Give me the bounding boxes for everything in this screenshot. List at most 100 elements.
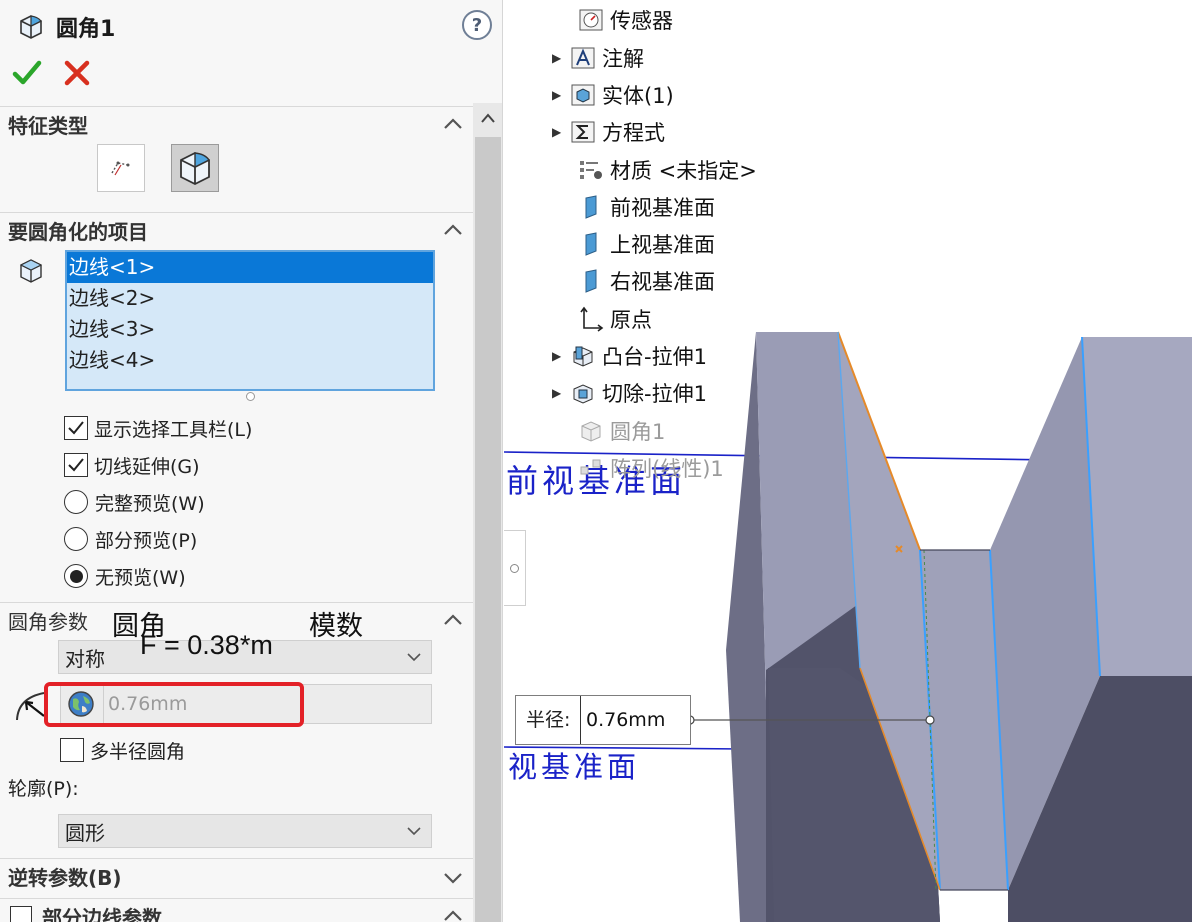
chevron-up-icon[interactable] bbox=[441, 219, 465, 243]
sensor-folder-icon bbox=[579, 9, 603, 31]
list-item[interactable]: 边线<1> bbox=[67, 252, 433, 283]
tree-item-top-plane[interactable]: 上视基准面 bbox=[560, 229, 715, 259]
checkbox-label: 显示选择工具栏(L) bbox=[94, 418, 253, 441]
scroll-thumb[interactable] bbox=[475, 137, 501, 922]
radio-selected[interactable] bbox=[64, 564, 88, 588]
section-title: 特征类型 bbox=[8, 114, 88, 138]
expand-arrow-icon[interactable]: ▶ bbox=[552, 349, 570, 363]
radio-label: 无预览(W) bbox=[95, 566, 186, 589]
chevron-up-icon[interactable] bbox=[441, 609, 465, 633]
callout-radius-input[interactable]: 0.76mm bbox=[580, 696, 690, 744]
section-title: 要圆角化的项目 bbox=[8, 220, 148, 244]
dropdown-value: 圆形 bbox=[65, 820, 105, 845]
chevron-down-icon bbox=[407, 827, 421, 836]
edge-selection-list[interactable]: 边线<1> 边线<2> 边线<3> 边线<4> bbox=[65, 250, 435, 391]
tree-item-linear-pattern[interactable]: 阵列(线性)1 bbox=[560, 453, 724, 483]
annotation-formula: F = 0.38*m bbox=[140, 630, 273, 660]
section-title: 部分边线参数 bbox=[42, 906, 162, 922]
section-items-to-fillet[interactable]: 要圆角化的项目 bbox=[0, 212, 473, 248]
expand-arrow-icon[interactable]: ▶ bbox=[552, 88, 570, 102]
tree-item-label: 右视基准面 bbox=[610, 270, 715, 294]
tree-item-label: 前视基准面 bbox=[610, 196, 715, 220]
edge-selection-icon bbox=[19, 259, 43, 283]
list-item[interactable]: 边线<3> bbox=[67, 314, 433, 345]
tree-item-solid-bodies[interactable]: ▶ 实体(1) bbox=[552, 80, 674, 110]
panel-scrollbar[interactable] bbox=[473, 103, 502, 922]
tree-item-origin[interactable]: 原点 bbox=[560, 304, 652, 334]
solid-body-folder-icon bbox=[571, 84, 595, 106]
tree-item-label: 切除-拉伸1 bbox=[602, 382, 707, 406]
list-item[interactable]: 边线<4> bbox=[67, 345, 433, 376]
profile-label: 轮廓(P): bbox=[8, 778, 79, 800]
tree-item-label: 阵列(线性)1 bbox=[610, 457, 724, 481]
chevron-up-icon[interactable] bbox=[441, 113, 465, 137]
panel-collapse-tab[interactable] bbox=[504, 530, 526, 606]
tangent-propagation-checkbox[interactable]: 切线延伸(G) bbox=[64, 451, 200, 479]
fillet-icon bbox=[581, 421, 601, 442]
constant-fillet-icon bbox=[180, 151, 211, 186]
expand-arrow-icon[interactable]: ▶ bbox=[552, 125, 570, 139]
tree-item-boss-extrude[interactable]: ▶ 凸台-拉伸1 bbox=[552, 341, 707, 371]
tree-item-label: 注解 bbox=[602, 47, 644, 71]
section-partial-edge-params[interactable]: 部分边线参数 bbox=[0, 898, 473, 922]
constant-fillet-button[interactable] bbox=[171, 144, 219, 192]
tree-item-right-plane[interactable]: 右视基准面 bbox=[560, 266, 715, 296]
checkbox-checked[interactable] bbox=[64, 453, 88, 477]
tree-item-material[interactable]: 材质 <未指定> bbox=[560, 155, 757, 185]
help-button[interactable]: ? bbox=[462, 10, 492, 40]
variable-fillet-icon bbox=[111, 161, 130, 176]
property-manager: 圆角1 ? 特征类型 要圆角化的项目 边线<1> 边线<2> 边线<3> 边线<… bbox=[0, 0, 503, 922]
no-preview-radio[interactable]: 无预览(W) bbox=[64, 562, 186, 590]
list-resize-grip[interactable] bbox=[246, 392, 255, 401]
expand-arrow-icon[interactable]: ▶ bbox=[552, 51, 570, 65]
checkbox-unchecked[interactable] bbox=[10, 905, 32, 922]
multi-radius-checkbox[interactable]: 多半径圆角 bbox=[60, 736, 185, 764]
show-selection-toolbar-checkbox[interactable]: 显示选择工具栏(L) bbox=[64, 414, 252, 442]
tree-item-label: 材质 <未指定> bbox=[610, 159, 757, 183]
tree-item-label: 圆角1 bbox=[610, 420, 666, 444]
checkbox-unchecked[interactable] bbox=[60, 738, 84, 762]
section-feature-type[interactable]: 特征类型 bbox=[0, 106, 473, 142]
tree-item-annotations[interactable]: ▶ 注解 bbox=[552, 43, 644, 73]
chevron-up-icon bbox=[481, 113, 495, 123]
chevron-up-icon[interactable] bbox=[441, 905, 465, 922]
profile-dropdown[interactable]: 圆形 bbox=[58, 814, 432, 848]
radius-callout[interactable]: 半径: 0.76mm bbox=[515, 695, 691, 745]
plane-icon bbox=[585, 232, 597, 256]
section-reverse-params[interactable]: 逆转参数(B) bbox=[0, 858, 473, 894]
checkbox-label: 切线延伸(G) bbox=[94, 455, 200, 478]
linear-pattern-icon bbox=[580, 459, 601, 475]
plane-label-lower: 视基准面 bbox=[508, 750, 641, 784]
tree-item-sensors[interactable]: 传感器 bbox=[560, 5, 673, 35]
checkbox-checked[interactable] bbox=[64, 416, 88, 440]
page-title: 圆角1 bbox=[56, 17, 116, 42]
material-icon bbox=[580, 161, 602, 179]
list-item[interactable]: 边线<2> bbox=[67, 283, 433, 314]
dropdown-value: 对称 bbox=[65, 646, 105, 671]
callout-label: 半径: bbox=[526, 709, 571, 731]
tree-item-equations[interactable]: ▶ 方程式 bbox=[552, 117, 665, 147]
checkbox-label: 多半径圆角 bbox=[90, 740, 186, 763]
annotation-module: 模数 bbox=[309, 611, 363, 641]
scroll-up-button[interactable] bbox=[473, 103, 502, 135]
chevron-down-icon[interactable] bbox=[441, 865, 465, 889]
fillet-type-button[interactable] bbox=[97, 144, 145, 192]
tree-item-label: 原点 bbox=[610, 308, 652, 332]
expand-arrow-icon[interactable]: ▶ bbox=[552, 386, 570, 400]
radio-unselected[interactable] bbox=[64, 490, 88, 514]
highlight-box bbox=[44, 682, 304, 727]
panel-header: 圆角1 bbox=[18, 10, 115, 44]
tree-item-fillet[interactable]: 圆角1 bbox=[560, 416, 665, 446]
radio-unselected[interactable] bbox=[64, 527, 88, 551]
boss-extrude-icon bbox=[573, 346, 593, 367]
tree-item-label: 凸台-拉伸1 bbox=[602, 345, 707, 369]
tree-item-cut-extrude[interactable]: ▶ 切除-拉伸1 bbox=[552, 378, 707, 408]
ok-button[interactable] bbox=[12, 58, 42, 88]
partial-preview-radio[interactable]: 部分预览(P) bbox=[64, 525, 197, 553]
cancel-button[interactable] bbox=[62, 58, 92, 88]
full-preview-radio[interactable]: 完整预览(W) bbox=[64, 488, 205, 516]
graphics-area[interactable]: 前视基准面 视基准面 传感器 ▶ 注解 ▶ 实体(1) ▶ 方程式 材质 <未指… bbox=[504, 0, 1192, 922]
tree-item-label: 方程式 bbox=[602, 121, 665, 145]
tree-item-front-plane[interactable]: 前视基准面 bbox=[560, 192, 715, 222]
section-title: 逆转参数(B) bbox=[8, 866, 122, 890]
